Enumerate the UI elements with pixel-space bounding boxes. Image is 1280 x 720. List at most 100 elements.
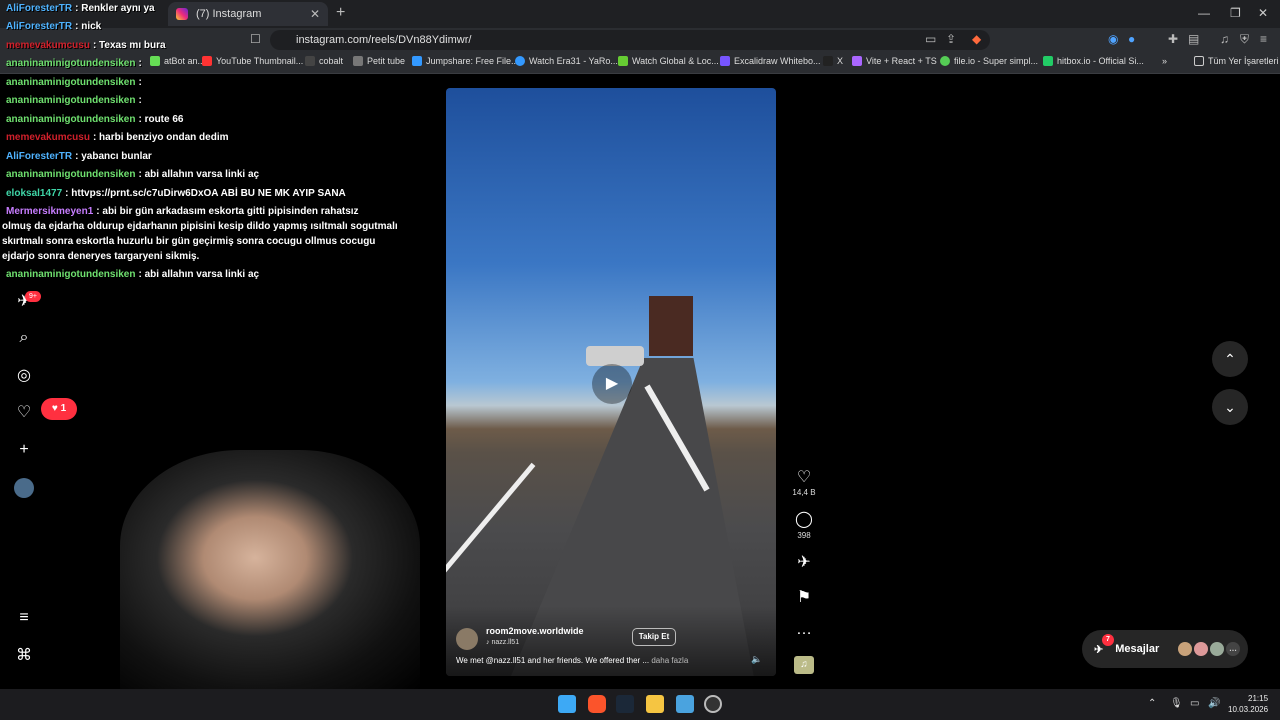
url-field[interactable]: instagram.com/reels/DVn88Ydimwr/ (270, 30, 990, 50)
share-icon[interactable]: ⇪ (946, 32, 956, 46)
system-clock[interactable]: 21:15 10.03.2026 (1228, 693, 1268, 715)
messages-badge: 7 (1102, 634, 1114, 646)
bookmark-item[interactable]: hitbox.io - Official Si... (1043, 56, 1144, 66)
tray-chevron-icon[interactable]: ⌃ (1148, 698, 1156, 709)
create-plus-icon[interactable]: + (14, 440, 34, 460)
app-icon[interactable] (676, 695, 694, 713)
puzzle-icon[interactable]: ✚ (1168, 32, 1178, 46)
speaker-icon[interactable]: 🔊 (1208, 698, 1220, 709)
minimize-icon[interactable]: — (1198, 6, 1210, 20)
chat-username: memevakumcusu (6, 40, 90, 51)
reel-video[interactable]: ▶ room2move.worldwide ♪ nazz.ll51 Takip … (446, 88, 776, 676)
chat-text: : httvps://prnt.sc/c7uDirw6DxOA ABİ BU N… (65, 188, 346, 199)
more-options-icon[interactable]: … (794, 621, 814, 639)
next-reel-button[interactable]: ⌄ (1212, 389, 1248, 425)
like-heart-icon[interactable]: ♡ (794, 467, 814, 487)
streamer-webcam (120, 450, 420, 690)
all-bookmarks-folder[interactable]: Tüm Yer İşaretleri (1194, 56, 1279, 66)
bookmark-item[interactable]: file.io - Super simpl... (940, 56, 1038, 66)
chat-username: ananinaminigotundensiken (6, 77, 136, 88)
windows-taskbar: ⌃ 🎙 ▭ 🔊 21:15 10.03.2026 (0, 689, 1280, 720)
search-icon[interactable]: ⌕ (14, 328, 34, 348)
brave-icon[interactable] (588, 695, 606, 713)
threads-icon[interactable]: ⌘ (14, 646, 34, 666)
chat-text: : (138, 58, 142, 69)
file-explorer-icon[interactable] (646, 695, 664, 713)
contact-avatar (1210, 642, 1224, 656)
play-icon[interactable]: ▶ (592, 364, 632, 404)
follow-button[interactable]: Takip Et (632, 628, 676, 646)
profile-avatar[interactable] (14, 478, 34, 498)
extension-icon[interactable]: ◉ (1108, 32, 1118, 46)
bookmark-icon[interactable]: ☐ (250, 32, 261, 46)
previous-reel-button[interactable]: ⌃ (1212, 341, 1248, 377)
more-bookmarks-icon[interactable]: » (1162, 56, 1167, 66)
chat-text: : abi allahın varsa linki aç (138, 269, 260, 280)
chat-message: skırtmalı sonra eskortla huzurlu bir gün… (2, 236, 375, 247)
browser-tab-bar: (7) Instagram ✕ + — ❐ ✕ (0, 0, 1280, 28)
notifications-heart-icon[interactable]: ♡ (14, 403, 34, 423)
comment-count: 398 (797, 531, 811, 540)
new-tab-button[interactable]: + (336, 4, 345, 22)
bookmark-item[interactable]: Excalidraw Whitebo... (720, 56, 821, 66)
wallet-icon[interactable]: ⛨ (1240, 32, 1249, 47)
obs-icon[interactable] (704, 695, 722, 713)
start-icon[interactable] (558, 695, 576, 713)
close-tab-icon[interactable]: ✕ (310, 7, 320, 21)
bookmarks-bar: atBot an... YouTube Thumbnail... cobalt … (0, 52, 1280, 74)
chat-text: : (138, 95, 142, 106)
sidebar-icon[interactable]: ▤ (1188, 32, 1199, 46)
vpn-icon[interactable]: ● (1128, 32, 1135, 46)
chat-username: eloksal1477 (6, 188, 63, 199)
steam-icon[interactable] (616, 695, 634, 713)
bookmark-item[interactable]: cobalt (305, 56, 343, 66)
chat-message: AliForesterTR: Renkler aynı ya (6, 3, 155, 14)
bookmark-item[interactable]: Watch Era31 - YaRo... (515, 56, 618, 66)
bookmark-item[interactable]: Petit tube (353, 56, 405, 66)
audio-thumb-icon[interactable]: ♫ (794, 656, 814, 674)
author-username[interactable]: room2move.worldwide (486, 626, 584, 636)
truck-shape (649, 296, 693, 356)
notification-pill[interactable]: ♥ 1 (41, 398, 77, 420)
more-contacts-icon: … (1226, 642, 1240, 656)
restore-icon[interactable]: ❐ (1230, 6, 1241, 20)
chat-text: : harbi benziyo ondan dedim (92, 132, 229, 143)
chat-text: : route 66 (138, 114, 184, 125)
chat-username: ananinaminigotundensiken (6, 269, 136, 280)
author-avatar[interactable] (456, 628, 478, 650)
bookmark-item[interactable]: Vite + React + TS (852, 56, 937, 66)
chat-message: olmuş da ejdarha oldurup ejdarhanın pipi… (2, 221, 398, 232)
chat-username: ananinaminigotundensiken (6, 114, 136, 125)
chat-text: olmuş da ejdarha oldurup ejdarhanın pipi… (2, 221, 398, 232)
close-window-icon[interactable]: ✕ (1258, 6, 1268, 20)
chat-message: ananinaminigotundensiken: route 66 (6, 114, 183, 125)
brave-shield-icon[interactable]: ◆ (972, 32, 981, 46)
volume-icon[interactable]: 🔈 (751, 654, 762, 665)
chat-message: AliForesterTR: yabancı bunlar (6, 151, 152, 162)
chat-username: AliForesterTR (6, 3, 73, 14)
chat-username: ananinaminigotundensiken (6, 169, 136, 180)
explore-compass-icon[interactable]: ◎ (14, 366, 34, 386)
more-link[interactable]: daha fazla (651, 656, 688, 665)
audio-label[interactable]: ♪ nazz.ll51 (486, 639, 519, 646)
more-menu-icon[interactable]: ≡ (14, 608, 34, 628)
tab-instagram[interactable]: (7) Instagram ✕ (168, 2, 328, 26)
cast-icon[interactable]: ▭ (925, 32, 936, 46)
messages-dock[interactable]: ✈ 7 Mesajlar … (1082, 630, 1248, 668)
music-icon[interactable]: ♫ (1220, 32, 1229, 46)
save-bookmark-icon[interactable]: ⚑ (794, 587, 814, 607)
bookmark-item[interactable]: Jumpshare: Free File... (412, 56, 519, 66)
clock-date: 10.03.2026 (1228, 705, 1269, 714)
bookmark-item[interactable]: YouTube Thumbnail... (202, 56, 303, 66)
comment-icon[interactable]: ◯ (794, 509, 814, 529)
bookmark-item[interactable]: Watch Global & Loc... (618, 56, 719, 66)
bookmark-item[interactable]: atBot an... (150, 56, 205, 66)
network-icon[interactable]: ▭ (1190, 698, 1199, 709)
share-send-icon[interactable]: ✈ (794, 552, 814, 572)
chat-username: AliForesterTR (6, 21, 73, 32)
microphone-icon[interactable]: 🎙 (1170, 698, 1183, 709)
chat-text: : yabancı bunlar (75, 151, 152, 162)
bookmark-item[interactable]: X (823, 56, 843, 66)
menu-icon[interactable]: ≡ (1260, 32, 1267, 46)
chat-message: eloksal1477: httvps://prnt.sc/c7uDirw6Dx… (6, 188, 346, 199)
